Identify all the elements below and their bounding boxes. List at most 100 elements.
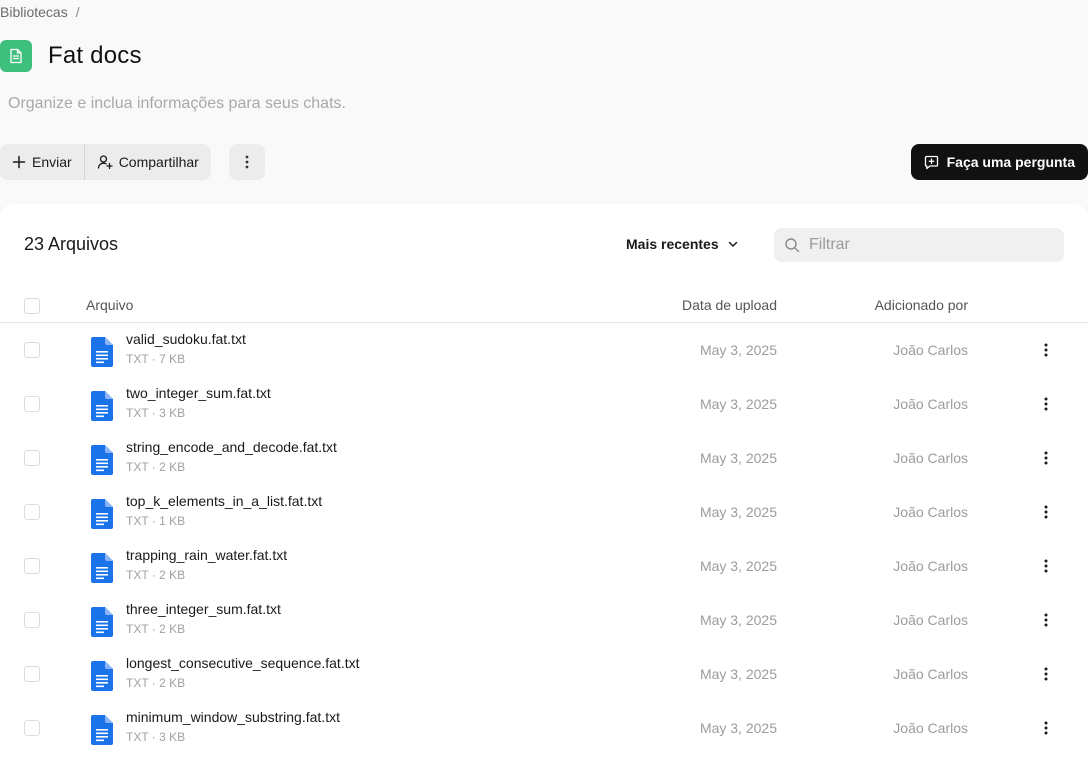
upload-date: May 3, 2025 [699,342,777,358]
file-meta: TXT · 2 KB [126,622,186,636]
file-meta: TXT · 3 KB [126,406,186,420]
row-actions-button[interactable] [1036,394,1056,414]
text-file-icon [91,661,113,691]
row-checkbox[interactable] [24,612,40,628]
upload-date: May 3, 2025 [699,558,777,574]
file-meta: TXT · 7 KB [126,352,186,366]
row-checkbox[interactable] [24,450,40,466]
table-row[interactable]: top_k_elements_in_a_list.fat.txt TXT · 1… [0,485,1088,539]
upload-share-group: Enviar Compartilhar [0,144,211,180]
text-file-icon [91,391,113,421]
row-checkbox[interactable] [24,342,40,358]
upload-date: May 3, 2025 [699,450,777,466]
row-checkbox[interactable] [24,666,40,682]
breadcrumb-separator: / [75,4,80,20]
upload-date: May 3, 2025 [699,612,777,628]
file-count: 23 Arquivos [24,234,119,254]
plus-icon [12,155,26,169]
file-name[interactable]: minimum_window_substring.fat.txt [126,709,340,725]
row-checkbox[interactable] [24,396,40,412]
table-row[interactable]: two_integer_sum.fat.txt TXT · 3 KB May 3… [0,377,1088,431]
upload-date: May 3, 2025 [699,396,777,412]
file-name[interactable]: top_k_elements_in_a_list.fat.txt [126,493,322,509]
file-meta: TXT · 2 KB [126,676,186,690]
row-actions-button[interactable] [1036,340,1056,360]
column-header-upload-date[interactable]: Data de upload [682,297,777,313]
row-actions-button[interactable] [1036,610,1056,630]
files-panel: 23 Arquivos Mais recentes Arquivo Data d… [0,204,1088,764]
page-title: Fat docs [48,42,142,69]
added-by: João Carlos [893,450,968,466]
select-all-checkbox[interactable] [24,298,40,314]
added-by: João Carlos [893,396,968,412]
upload-button[interactable]: Enviar [0,144,84,180]
share-label: Compartilhar [118,154,199,170]
chat-plus-icon [924,155,938,169]
vertical-dots-icon [1044,343,1048,357]
row-checkbox[interactable] [24,504,40,520]
row-actions-button[interactable] [1036,664,1056,684]
file-meta: TXT · 2 KB [126,568,186,582]
row-actions-button[interactable] [1036,502,1056,522]
library-description[interactable]: Organize e inclua informações para seus … [8,95,346,113]
sort-dropdown[interactable]: Mais recentes [626,236,739,252]
file-meta: TXT · 3 KB [126,730,186,744]
file-name[interactable]: three_integer_sum.fat.txt [126,601,281,617]
more-options-button[interactable] [229,144,265,180]
added-by: João Carlos [893,342,968,358]
vertical-dots-icon [1044,505,1048,519]
row-actions-button[interactable] [1036,448,1056,468]
row-checkbox[interactable] [24,720,40,736]
vertical-dots-icon [245,155,249,169]
file-meta: TXT · 1 KB [126,514,186,528]
column-header-added-by[interactable]: Adicionado por [875,297,968,313]
breadcrumb-bibliotecas-link[interactable]: Bibliotecas [0,4,68,20]
table-row[interactable]: three_integer_sum.fat.txt TXT · 2 KB May… [0,593,1088,647]
add-user-icon [97,155,113,170]
table-row[interactable]: valid_sudoku.fat.txt TXT · 7 KB May 3, 2… [0,323,1088,377]
row-checkbox[interactable] [24,558,40,574]
filter-input[interactable] [809,236,1049,254]
table-row[interactable]: minimum_window_substring.fat.txt TXT · 3… [0,701,1088,755]
table-row[interactable]: longest_consecutive_sequence.fat.txt TXT… [0,647,1088,701]
text-file-icon [91,607,113,637]
sort-label: Mais recentes [626,236,719,252]
row-actions-button[interactable] [1036,718,1056,738]
added-by: João Carlos [893,504,968,520]
file-name[interactable]: longest_consecutive_sequence.fat.txt [126,655,360,671]
vertical-dots-icon [1044,451,1048,465]
ask-question-button[interactable]: Faça uma pergunta [910,144,1088,180]
upload-date: May 3, 2025 [699,666,777,682]
column-header-file[interactable]: Arquivo [86,297,133,313]
search-icon [785,238,800,253]
upload-date: May 3, 2025 [699,720,777,736]
added-by: João Carlos [893,558,968,574]
text-file-icon [91,499,113,529]
table-row[interactable]: string_encode_and_decode.fat.txt TXT · 2… [0,431,1088,485]
upload-date: May 3, 2025 [699,504,777,520]
row-actions-button[interactable] [1036,556,1056,576]
filter-field[interactable] [774,228,1064,262]
table-header: Arquivo Data de upload Adicionado por [0,290,1088,323]
document-icon [0,40,32,72]
added-by: João Carlos [893,612,968,628]
file-name[interactable]: string_encode_and_decode.fat.txt [126,439,337,455]
breadcrumb: Bibliotecas / [0,4,80,20]
added-by: João Carlos [893,666,968,682]
text-file-icon [91,337,113,367]
vertical-dots-icon [1044,397,1048,411]
text-file-icon [91,715,113,745]
table-row[interactable]: trapping_rain_water.fat.txt TXT · 2 KB M… [0,539,1088,593]
vertical-dots-icon [1044,667,1048,681]
upload-label: Enviar [32,154,72,170]
file-name[interactable]: trapping_rain_water.fat.txt [126,547,287,563]
text-file-icon [91,553,113,583]
file-name[interactable]: valid_sudoku.fat.txt [126,331,246,347]
file-name[interactable]: two_integer_sum.fat.txt [126,385,271,401]
vertical-dots-icon [1044,559,1048,573]
share-button[interactable]: Compartilhar [85,144,211,180]
vertical-dots-icon [1044,721,1048,735]
vertical-dots-icon [1044,613,1048,627]
ask-label: Faça uma pergunta [946,154,1075,170]
chevron-down-icon [728,241,737,247]
